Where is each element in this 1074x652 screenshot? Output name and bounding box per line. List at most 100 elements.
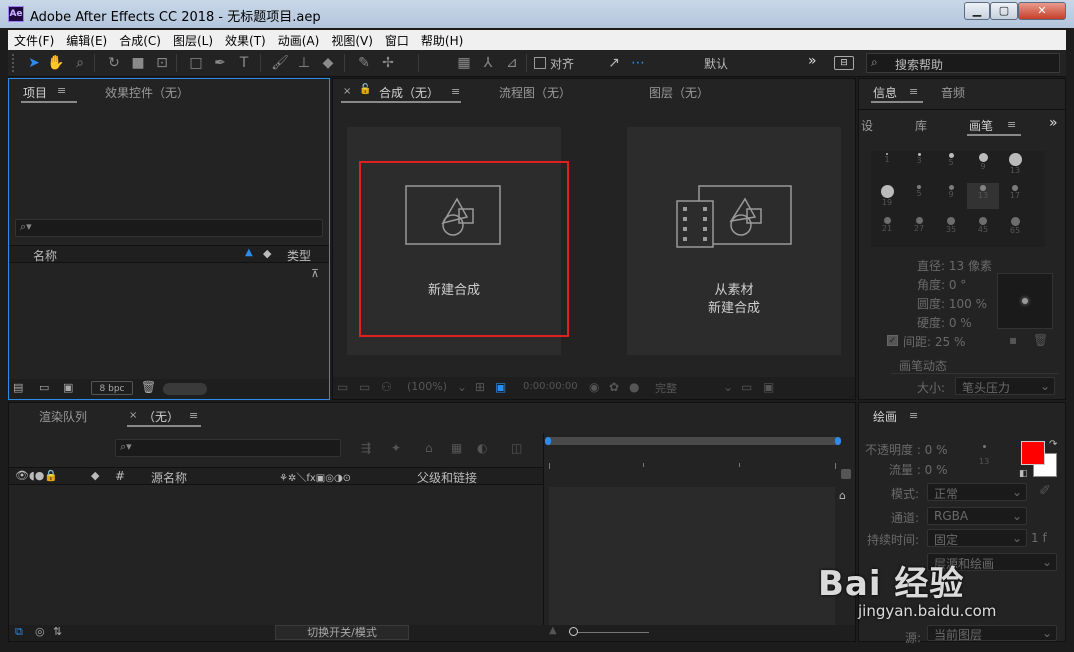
timeline-search-input[interactable]: ⌕▾: [115, 439, 341, 457]
eyedropper-icon[interactable]: ✐: [1039, 483, 1051, 499]
toolbar-grip[interactable]: [12, 54, 20, 72]
snap-target-icon[interactable]: ⋯: [628, 54, 648, 72]
layer-number-icon[interactable]: #: [115, 469, 125, 483]
brush-tip[interactable]: 5: [903, 183, 935, 209]
draft-3d-icon[interactable]: ✦: [391, 441, 401, 455]
menu-help[interactable]: 帮助(H): [415, 32, 469, 49]
motion-blur-icon[interactable]: ◐: [477, 441, 487, 455]
timecode-display[interactable]: 0:00:00:00: [523, 381, 578, 392]
channel-dropdown[interactable]: RGBA ⌄: [927, 507, 1027, 525]
project-search-input[interactable]: ⌕▾: [15, 219, 323, 237]
column-name[interactable]: 名称: [33, 247, 57, 264]
time-ruler[interactable]: [547, 449, 839, 473]
size-dropdown[interactable]: 笔头压力 ⌄: [955, 377, 1055, 395]
label-tag-icon[interactable]: ◆: [263, 247, 271, 260]
brush-tip[interactable]: 27: [903, 215, 935, 241]
zoom-tool-icon[interactable]: ⌕: [70, 54, 90, 72]
show-channel-icon[interactable]: ✿: [609, 380, 619, 394]
rotate-tool-icon[interactable]: ↻: [104, 54, 124, 72]
eraser-tool-icon[interactable]: ◆: [318, 54, 338, 72]
transparency-grid-icon[interactable]: ▣: [495, 380, 506, 394]
more-workspaces-icon[interactable]: »: [808, 53, 817, 69]
tab-layer[interactable]: 图层（无）: [649, 84, 709, 101]
shy-layers-icon[interactable]: ⌂: [425, 441, 433, 455]
selection-tool-icon[interactable]: ➤: [24, 54, 44, 72]
world-axis-icon[interactable]: ⅄: [478, 54, 498, 72]
more-panels-icon[interactable]: »: [1049, 115, 1058, 131]
puppet-tool-icon[interactable]: ✢: [378, 54, 398, 72]
panel-menu-icon[interactable]: ≡: [57, 84, 66, 97]
brush-tip[interactable]: 19: [871, 183, 903, 209]
tab-timeline-comp[interactable]: （无）: [143, 408, 179, 425]
brush-tip[interactable]: 13: [999, 151, 1031, 177]
brush-tip-grid[interactable]: 1 3 5 9 13 19 5 9 13 17 21 27 35 45 65: [871, 151, 1045, 247]
frame-blending-icon[interactable]: ▦: [451, 441, 462, 455]
region-of-interest-icon[interactable]: ▭: [741, 380, 752, 394]
brush-tool-icon[interactable]: 🖌: [270, 54, 290, 72]
panel-menu-icon[interactable]: ≡: [189, 409, 198, 422]
mask-icon[interactable]: ⚇: [381, 380, 392, 394]
zoom-slider-handle[interactable]: [569, 627, 578, 636]
brush-tip[interactable]: 3: [903, 151, 935, 177]
workspace-label[interactable]: 默认: [704, 55, 728, 72]
tab-flowchart[interactable]: 流程图（无）: [499, 84, 571, 101]
foreground-color-swatch[interactable]: [1021, 441, 1045, 465]
expand-stretch-icon[interactable]: ⇅: [53, 625, 62, 638]
minimize-button[interactable]: ▁: [964, 2, 990, 20]
panel-menu-icon[interactable]: ≡: [909, 85, 918, 98]
quality-dropdown[interactable]: 完整: [655, 380, 677, 396]
color-channel-icon[interactable]: ●: [629, 380, 639, 394]
menu-layer[interactable]: 图层(L): [167, 32, 219, 49]
work-area-bar[interactable]: [545, 437, 841, 445]
rectangle-tool-icon[interactable]: □: [186, 54, 206, 72]
tab-composition[interactable]: 合成（无）: [379, 84, 439, 101]
bpc-button[interactable]: 8 bpc: [91, 381, 133, 395]
monitor-icon[interactable]: ▭: [359, 380, 370, 394]
tab-audio[interactable]: 音频: [941, 84, 965, 101]
brush-tip-selected[interactable]: 13: [967, 183, 999, 209]
column-parent-link[interactable]: 父级和链接: [417, 469, 477, 486]
pan-behind-tool-icon[interactable]: ⊡: [152, 54, 172, 72]
toggle-transparency-icon[interactable]: ▣: [763, 380, 774, 394]
help-search-field[interactable]: ⌕ 搜索帮助: [866, 53, 1060, 73]
work-area-end-handle[interactable]: [835, 437, 841, 445]
menu-window[interactable]: 窗口: [379, 32, 415, 49]
timeline-track-area[interactable]: [549, 487, 835, 625]
clone-stamp-tool-icon[interactable]: ⊥: [294, 54, 314, 72]
horizontal-scrollbar[interactable]: [163, 383, 207, 395]
brush-tip[interactable]: 5: [935, 151, 967, 177]
brush-tip[interactable]: 21: [871, 215, 903, 241]
lock-icon[interactable]: 🔓: [359, 84, 371, 95]
camera-tool-icon[interactable]: ■: [128, 54, 148, 72]
column-type[interactable]: 类型: [287, 247, 311, 264]
tab-library[interactable]: 库: [915, 117, 927, 134]
zoom-slider-track[interactable]: [569, 632, 649, 633]
new-comp-from-footage-card[interactable]: 从素材 新建合成: [627, 127, 841, 355]
swap-colors-icon[interactable]: ↷: [1049, 439, 1057, 450]
label-tag-icon[interactable]: ◆: [91, 469, 99, 482]
av-features-icon[interactable]: 👁◖●🔒: [15, 469, 58, 482]
tab-settings[interactable]: 设: [861, 117, 873, 134]
snap-icon[interactable]: ↗: [604, 54, 624, 72]
trash-icon[interactable]: 🗑: [141, 380, 156, 394]
brush-tip[interactable]: 1: [871, 151, 903, 177]
paint-panel-title[interactable]: 绘画: [873, 408, 897, 425]
spacing-checkbox[interactable]: ✓: [887, 335, 898, 346]
duration-dropdown[interactable]: 固定 ⌄: [927, 529, 1027, 547]
tab-effect-controls[interactable]: 效果控件（无）: [105, 84, 189, 101]
close-tab-icon[interactable]: ×: [129, 410, 137, 421]
brush-tip[interactable]: 45: [967, 215, 999, 241]
column-source-name[interactable]: 源名称: [151, 469, 187, 486]
menu-file[interactable]: 文件(F): [8, 32, 60, 49]
source-dropdown[interactable]: 当前图层 ⌄: [927, 625, 1057, 642]
expand-transfer-icon[interactable]: ◎: [35, 625, 45, 638]
graph-editor-icon[interactable]: ◫: [511, 441, 522, 455]
delete-brush-icon[interactable]: 🗑: [1033, 333, 1048, 347]
comment-marker-icon[interactable]: [841, 469, 851, 479]
comp-mini-flowchart-icon[interactable]: ⇶: [361, 441, 371, 455]
brush-tip[interactable]: 35: [935, 215, 967, 241]
new-composition-card[interactable]: 新建合成: [347, 127, 569, 355]
always-preview-icon[interactable]: ▭: [337, 380, 348, 394]
default-colors-icon[interactable]: ◧: [1019, 469, 1028, 479]
sort-up-icon[interactable]: ▲: [245, 247, 253, 258]
